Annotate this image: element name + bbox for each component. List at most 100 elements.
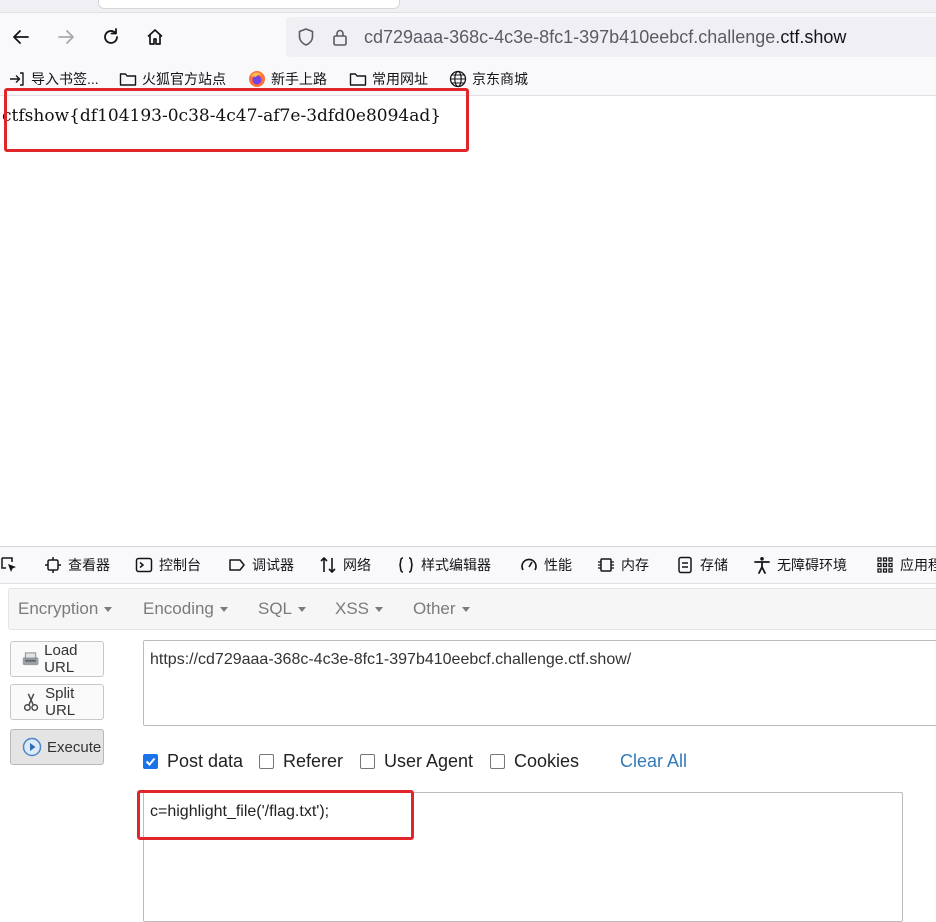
user-agent-checkbox[interactable]: User Agent	[360, 750, 473, 772]
shield-icon[interactable]	[296, 27, 316, 47]
lock-icon[interactable]	[330, 27, 350, 47]
bookmark-getting-started[interactable]: 新手上路	[248, 69, 327, 89]
arrow-left-icon	[13, 30, 29, 44]
menu-encryption[interactable]: Encryption	[18, 599, 113, 619]
tab-memory[interactable]: 内存	[597, 555, 649, 575]
button-label: Load URL	[44, 642, 78, 676]
menu-label: XSS	[335, 599, 370, 618]
tab-label: 无障碍环境	[777, 557, 847, 573]
play-icon	[22, 737, 42, 757]
execute-button[interactable]: Execute	[10, 729, 104, 765]
referer-checkbox[interactable]: Referer	[259, 750, 343, 772]
menu-encoding[interactable]: Encoding	[143, 599, 228, 619]
folder-icon	[349, 73, 367, 86]
active-tab[interactable]	[98, 0, 400, 9]
menu-label: Encryption	[18, 599, 99, 618]
tab-network[interactable]: 网络	[319, 555, 371, 575]
element-picker-button[interactable]	[0, 555, 24, 575]
back-button[interactable]	[7, 23, 35, 51]
url-textarea[interactable]: https://cd729aaa-368c-4c3e-8fc1-397b410e…	[143, 640, 936, 726]
url-text[interactable]: cd729aaa-368c-4c3e-8fc1-397b410eebcf.cha…	[364, 27, 846, 48]
post-data-checkbox[interactable]: Post data	[143, 750, 243, 772]
tab-label: 内存	[621, 557, 649, 573]
checkbox-unchecked[interactable]	[259, 753, 274, 769]
clear-all-link[interactable]: Clear All	[620, 751, 687, 772]
performance-icon	[521, 558, 537, 571]
application-icon	[877, 557, 893, 573]
bookmark-firefox-site[interactable]: 火狐官方站点	[119, 69, 226, 89]
tab-storage[interactable]: 存储	[676, 555, 728, 575]
bookmark-common-sites[interactable]: 常用网址	[349, 69, 428, 89]
flag-highlight-box	[4, 88, 469, 152]
tab-debugger[interactable]: 调试器	[228, 555, 294, 575]
reload-icon	[104, 28, 118, 44]
menu-label: Other	[413, 599, 456, 618]
checkbox-unchecked[interactable]	[360, 753, 375, 769]
console-icon	[135, 557, 153, 573]
home-icon	[147, 29, 163, 45]
url-host-prefix: cd729aaa-368c-4c3e-8fc1-397b410eebcf.cha…	[364, 27, 781, 47]
tab-label: 性能	[544, 557, 572, 573]
folder-icon	[119, 73, 137, 86]
button-label: Split URL	[45, 685, 76, 719]
url-bar[interactable]: cd729aaa-368c-4c3e-8fc1-397b410eebcf.cha…	[286, 17, 936, 57]
caret-down-icon	[298, 607, 307, 613]
menu-sql[interactable]: SQL	[258, 599, 307, 619]
forward-button[interactable]	[52, 23, 80, 51]
load-url-button[interactable]: Load URL	[10, 641, 104, 677]
inspector-icon	[45, 557, 61, 573]
tab-accessibility[interactable]: 无障碍环境	[753, 555, 847, 575]
check-icon	[145, 757, 156, 766]
hackbar-menu-bar: Encryption Encoding SQL XSS Other	[8, 588, 936, 630]
debugger-icon	[229, 559, 245, 571]
bookmark-label: 新手上路	[271, 71, 327, 87]
bookmark-label: 火狐官方站点	[142, 71, 226, 87]
accessibility-icon	[754, 557, 770, 574]
tab-strip	[0, 0, 936, 13]
memory-icon	[598, 558, 614, 572]
caret-down-icon	[461, 607, 470, 613]
bookmark-jd[interactable]: 京东商城	[449, 69, 528, 89]
button-label: Execute	[47, 738, 102, 756]
scissors-icon	[23, 693, 39, 711]
tab-performance[interactable]: 性能	[520, 555, 572, 575]
menu-xss[interactable]: XSS	[335, 599, 384, 619]
checkbox-label: Referer	[283, 750, 344, 771]
checkbox-label: Cookies	[514, 750, 580, 771]
network-icon	[320, 557, 336, 573]
globe-icon	[449, 70, 467, 88]
tab-style-editor[interactable]: 样式编辑器	[397, 555, 491, 575]
import-icon	[10, 72, 24, 86]
firefox-icon	[249, 71, 265, 87]
tab-label: 应用程	[900, 557, 936, 573]
tab-label: 网络	[343, 557, 371, 573]
bookmark-label: 常用网址	[372, 71, 428, 87]
checkbox-checked[interactable]	[143, 753, 158, 769]
url-domain: ctf.show	[780, 27, 847, 47]
menu-other[interactable]: Other	[413, 599, 470, 619]
split-url-button[interactable]: Split URL	[10, 684, 104, 720]
tab-console[interactable]: 控制台	[135, 555, 201, 575]
home-button[interactable]	[141, 23, 169, 51]
style-editor-icon	[399, 557, 413, 573]
devtools-toolbar: 查看器 控制台 调试器 网络 样式编辑器 性能 内存 存储 无障碍环境 应用程	[0, 546, 936, 584]
cookies-checkbox[interactable]: Cookies	[490, 750, 579, 772]
bookmark-import[interactable]: 导入书签...	[8, 69, 99, 89]
load-url-icon	[22, 652, 39, 666]
bookmark-label: 导入书签...	[31, 71, 99, 87]
tab-application[interactable]: 应用程	[876, 555, 936, 575]
tab-inspector[interactable]: 查看器	[44, 555, 110, 575]
reload-button[interactable]	[97, 23, 125, 51]
checkbox-label: User Agent	[384, 750, 474, 771]
menu-label: Encoding	[143, 599, 214, 618]
caret-down-icon	[375, 607, 384, 613]
storage-icon	[678, 556, 692, 574]
caret-down-icon	[104, 607, 113, 613]
navigation-toolbar: cd729aaa-368c-4c3e-8fc1-397b410eebcf.cha…	[0, 13, 936, 63]
checkbox-label: Post data	[167, 750, 244, 771]
post-highlight-box	[137, 790, 414, 840]
tab-label: 样式编辑器	[421, 557, 491, 573]
checkbox-unchecked[interactable]	[490, 753, 505, 769]
tab-label: 存储	[700, 557, 728, 573]
tab-label: 查看器	[68, 557, 110, 573]
